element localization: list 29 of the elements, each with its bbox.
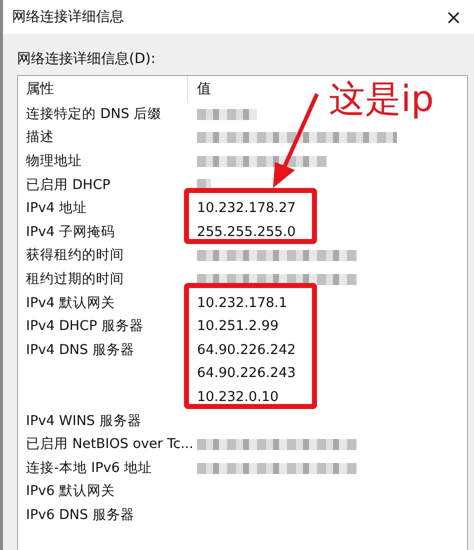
property-name: 已启用 DHCP: [26, 176, 110, 193]
property-name: IPv4 DHCP 服务器: [26, 318, 144, 334]
property-value: 10.232.178.1: [197, 294, 288, 311]
property-name: 租约过期的时间: [26, 270, 124, 287]
list-label: 网络连接详细信息(D):: [17, 50, 156, 69]
property-value: 10.232.0.10: [197, 388, 279, 405]
property-name: IPv4 子网掩码: [26, 224, 115, 240]
close-button[interactable]: ×: [439, 5, 468, 29]
property-name: 描述: [26, 129, 54, 146]
property-name: IPv4 DNS 服务器: [26, 342, 134, 358]
property-name: IPv6 默认网关: [26, 483, 115, 500]
annotation-text: 这是ip: [329, 82, 434, 118]
property-name: 连接-本地 IPv6 地址: [26, 460, 152, 476]
property-name: 已启用 NetBIOS over Tc...: [26, 436, 194, 452]
property-value: 64.90.226.242: [197, 342, 296, 358]
column-header[interactable]: 值: [188, 76, 211, 102]
property-name: IPv6 DNS 服务器: [26, 506, 134, 523]
property-name: 获得租约的时间: [26, 247, 124, 264]
property-name: IPv4 地址: [26, 200, 87, 216]
window-title: 网络连接详细信息: [12, 8, 124, 26]
property-name: IPv4 WINS 服务器: [26, 412, 142, 429]
property-value: 255.255.255.0: [197, 224, 296, 240]
property-name: IPv4 默认网关: [26, 294, 115, 311]
property-name: 物理地址: [26, 152, 82, 169]
column-header[interactable]: 属性: [18, 76, 188, 102]
property-name: 连接特定的 DNS 后缀: [26, 106, 162, 122]
property-value: 64.90.226.243: [197, 365, 296, 382]
property-value: 10.232.178.27: [197, 200, 296, 216]
property-value: 10.251.2.99: [197, 318, 279, 334]
